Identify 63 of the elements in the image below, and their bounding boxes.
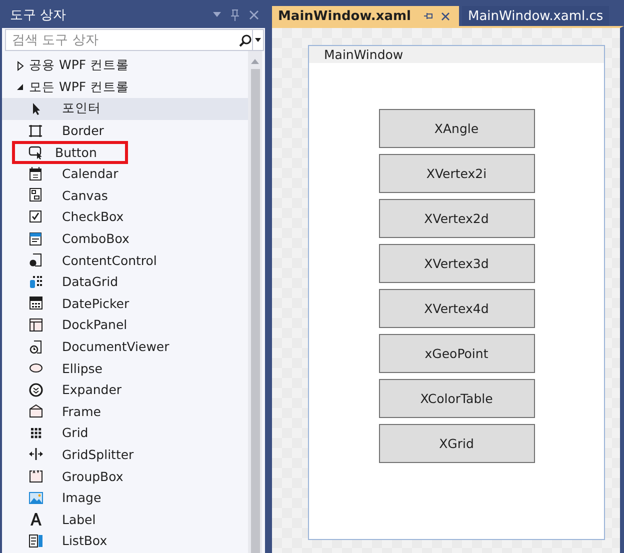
toolbox-item[interactable]: ListBox (2, 530, 248, 552)
tree-group[interactable]: 모든 WPF 컨트롤 (2, 76, 248, 98)
expanded-arrow-icon[interactable] (16, 82, 24, 92)
canvas-icon (28, 187, 44, 204)
checkbox-icon (28, 208, 44, 225)
document-tab[interactable]: MainWindow.xaml (272, 6, 459, 26)
pin-icon[interactable] (230, 9, 240, 21)
designer-button[interactable]: XColorTable (378, 379, 534, 418)
toolbox-item[interactable]: CheckBox (2, 206, 248, 228)
designer-button[interactable]: XVertex3d (378, 244, 534, 283)
expander-icon (28, 382, 44, 398)
pin-icon[interactable] (424, 12, 434, 20)
splitter-icon (28, 446, 44, 462)
dropdown-icon[interactable] (255, 38, 261, 42)
list-box-icon (28, 532, 44, 549)
toolbox-item[interactable]: 포인터 (2, 98, 248, 120)
toolbox-item[interactable]: GroupBox (2, 465, 248, 487)
toolbox-item[interactable]: DockPanel (2, 314, 248, 336)
calendar-icon (28, 166, 44, 182)
letter-icon (28, 511, 44, 528)
toolbox-item[interactable]: Frame (2, 400, 248, 422)
panel-title: 도구 상자 (10, 7, 68, 24)
data-grid-icon (28, 274, 44, 290)
designer-button[interactable]: XVertex2d (378, 199, 534, 238)
content-control-icon (28, 252, 44, 268)
designer-button[interactable]: xGeoPoint (378, 334, 534, 373)
toolbox-item[interactable]: Ellipse (2, 357, 248, 379)
toolbox-item[interactable]: Calendar (2, 162, 248, 185)
frame-icon (28, 403, 44, 420)
button-icon (28, 144, 44, 160)
group-box-icon (28, 468, 44, 484)
date-picker-icon (28, 295, 44, 312)
tree-group[interactable]: 공용 WPF 컨트롤 (2, 55, 248, 77)
document-tab[interactable]: MainWindow.xaml.cs (462, 6, 610, 26)
dock-panel-icon (28, 316, 44, 333)
designer-button[interactable]: XAngle (378, 109, 534, 148)
toolbox-item[interactable]: ComboBox (2, 228, 248, 250)
designer-button[interactable]: XGrid (378, 424, 534, 463)
scrollbar[interactable] (248, 51, 262, 553)
toolbox-item[interactable]: GridSplitter (2, 444, 248, 466)
toolbox-item[interactable]: Grid (2, 422, 248, 444)
toolbox-item[interactable]: Image (2, 486, 248, 508)
toolbox-item[interactable]: Label (2, 508, 248, 530)
toolbox-item[interactable]: Border (2, 120, 248, 142)
search-input[interactable]: 검색 도구 상자 (6, 32, 238, 48)
combobox-icon (28, 230, 44, 247)
close-icon[interactable] (249, 10, 259, 20)
collapsed-arrow-icon[interactable] (16, 60, 24, 71)
toolbox-item[interactable]: Canvas (2, 184, 248, 206)
image-icon (28, 490, 44, 506)
search-field[interactable]: 검색 도구 상자 (5, 29, 264, 51)
window-title: MainWindow (324, 47, 404, 62)
toolbox-item[interactable]: DatePicker (2, 292, 248, 314)
toolbox-item[interactable]: Expander (2, 378, 248, 400)
document-icon (28, 338, 44, 355)
search-icon[interactable] (238, 34, 252, 46)
toolbox-item[interactable]: DocumentViewer (2, 336, 248, 358)
toolbox-item[interactable]: DataGrid (2, 270, 248, 293)
designer-button[interactable]: XVertex2i (378, 154, 534, 193)
close-icon[interactable] (440, 12, 450, 20)
designer-button[interactable]: XVertex4d (378, 289, 534, 328)
toolbox-item[interactable]: ContentControl (2, 249, 248, 271)
border-icon (28, 122, 44, 139)
